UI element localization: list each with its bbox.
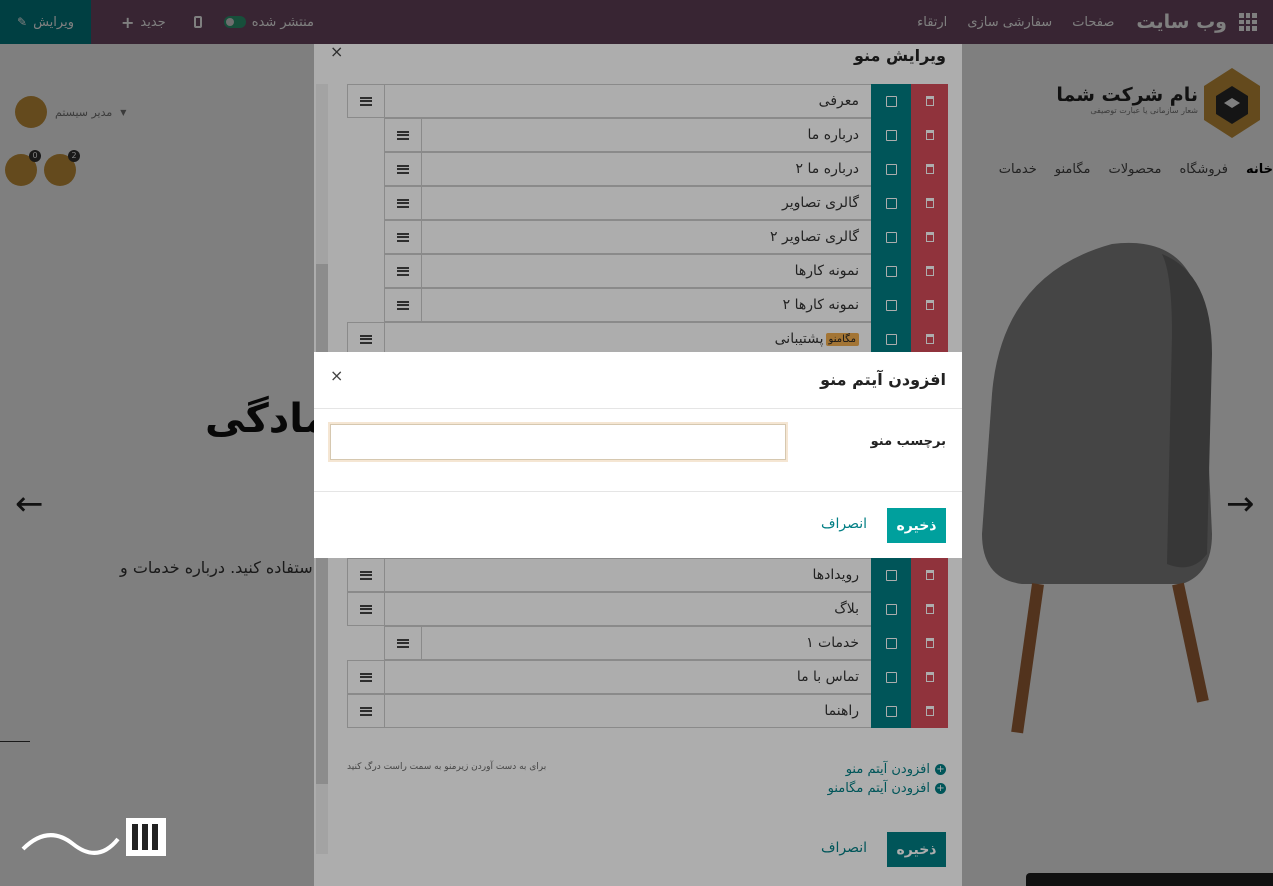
menu-label-input[interactable] <box>330 424 786 460</box>
dialog-save-button[interactable]: ذخیره <box>887 508 946 543</box>
watermark-logo <box>21 818 166 856</box>
add-menu-item-dialog: افزودن آیتم منو × برچسب منو ذخیره انصراف <box>314 352 962 558</box>
bottom-toolbar <box>1026 873 1273 886</box>
divider <box>314 408 962 409</box>
divider <box>314 491 962 492</box>
dialog-title: افزودن آیتم منو <box>820 370 946 389</box>
dialog-cancel-button[interactable]: انصراف <box>821 516 867 532</box>
menu-label-field-label: برچسب منو <box>870 434 946 449</box>
close-icon[interactable]: × <box>330 366 343 385</box>
